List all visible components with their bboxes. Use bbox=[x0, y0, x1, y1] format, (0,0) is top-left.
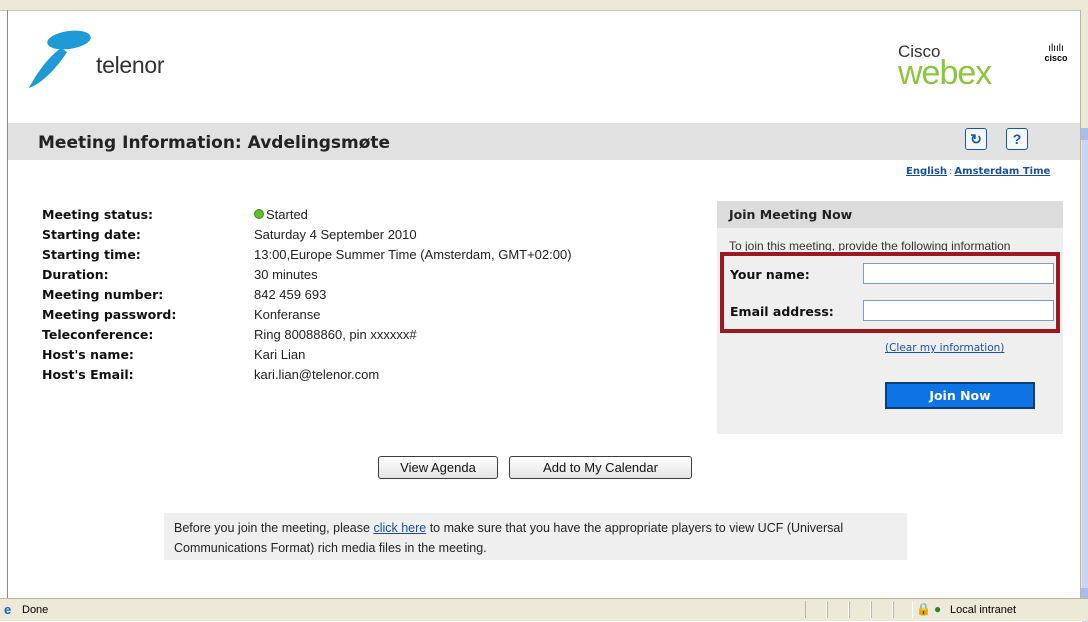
browser-top-strip bbox=[0, 0, 1088, 11]
info-value: 13:00,Europe Summer Time (Amsterdam, GMT… bbox=[254, 247, 572, 262]
join-now-button[interactable]: Join Now bbox=[885, 382, 1035, 409]
telenor-logo: telenor bbox=[27, 26, 187, 92]
status-cell bbox=[893, 601, 913, 618]
info-value: 842 459 693 bbox=[254, 287, 327, 302]
page-title-bar: Meeting Information: Avdelingsmøte bbox=[8, 123, 1080, 160]
page-left-border bbox=[7, 10, 8, 598]
cisco-logo-text: cisco bbox=[1044, 53, 1068, 63]
info-value: Ring 80088860, pin xxxxxx# bbox=[254, 327, 417, 342]
status-text: Started bbox=[266, 207, 308, 222]
email-input[interactable] bbox=[863, 300, 1054, 321]
browser-status-bar: e Done 🔒 ● Local intranet bbox=[0, 598, 1088, 621]
players-check-link[interactable]: click here bbox=[373, 521, 426, 535]
info-label: Host's name: bbox=[42, 347, 134, 362]
info-label: Host's Email: bbox=[42, 367, 134, 382]
refresh-icon: ↻ bbox=[970, 131, 982, 147]
webex-logo: Cisco webex bbox=[892, 40, 1012, 100]
ie-page-icon: e bbox=[4, 602, 12, 617]
name-input[interactable] bbox=[863, 263, 1054, 284]
language-link[interactable]: English bbox=[906, 166, 947, 177]
help-button[interactable]: ? bbox=[1006, 128, 1028, 150]
info-label: Starting date: bbox=[42, 227, 141, 242]
info-value: Started bbox=[254, 207, 308, 222]
status-text: Done bbox=[22, 604, 49, 616]
vertical-scrollbar[interactable] bbox=[1080, 10, 1088, 622]
scroll-up-arrow[interactable] bbox=[1081, 128, 1088, 140]
info-value: kari.lian@telenor.com bbox=[254, 367, 380, 382]
join-panel-heading: Join Meeting Now bbox=[729, 207, 853, 222]
locale-links: English: Amsterdam Time bbox=[906, 166, 1050, 177]
status-cell bbox=[849, 601, 871, 618]
email-label: Email address: bbox=[730, 304, 834, 319]
players-notice-text: Before you join the meeting, please clic… bbox=[174, 518, 894, 558]
cisco-logo: ılıılı cisco bbox=[1038, 44, 1074, 70]
players-text-before: Before you join the meeting, please bbox=[174, 521, 374, 535]
join-instruction: To join this meeting, provide the follow… bbox=[729, 239, 1011, 251]
info-label: Meeting number: bbox=[42, 287, 164, 302]
webex-wordmark: webex bbox=[898, 54, 992, 92]
join-panel-header: Join Meeting Now bbox=[717, 201, 1063, 228]
lock-icon: 🔒 bbox=[916, 602, 931, 616]
help-icon: ? bbox=[1012, 131, 1022, 147]
info-value: 30 minutes bbox=[254, 267, 318, 282]
refresh-button[interactable]: ↻ bbox=[965, 128, 987, 150]
telenor-propeller-icon bbox=[29, 30, 91, 88]
timezone-link[interactable]: Amsterdam Time bbox=[954, 166, 1050, 177]
info-label: Starting time: bbox=[42, 247, 141, 262]
status-cell bbox=[805, 601, 827, 618]
intranet-zone-icon: ● bbox=[934, 602, 942, 616]
scrollbar-thumb[interactable] bbox=[1082, 128, 1088, 622]
name-label: Your name: bbox=[730, 267, 810, 282]
info-value: Konferanse bbox=[254, 307, 321, 322]
status-started-icon bbox=[254, 209, 264, 219]
add-to-calendar-button[interactable]: Add to My Calendar bbox=[509, 456, 692, 479]
telenor-wordmark: telenor bbox=[96, 52, 165, 78]
join-meeting-panel: Join Meeting Now To join this meeting, p… bbox=[717, 201, 1063, 434]
info-value: Saturday 4 September 2010 bbox=[254, 227, 417, 242]
info-label: Meeting status: bbox=[42, 207, 154, 222]
view-agenda-button[interactable]: View Agenda bbox=[378, 456, 498, 479]
info-label: Meeting password: bbox=[42, 307, 177, 322]
info-value: Kari Lian bbox=[254, 347, 306, 362]
status-cell bbox=[827, 601, 849, 618]
page-title: Meeting Information: Avdelingsmøte bbox=[38, 133, 391, 153]
security-zone-text: Local intranet bbox=[950, 604, 1017, 616]
info-label: Teleconference: bbox=[42, 327, 154, 342]
clear-info-link[interactable]: (Clear my information) bbox=[885, 342, 1004, 354]
locale-separator: : bbox=[949, 166, 953, 177]
info-label: Duration: bbox=[42, 267, 109, 282]
status-cell bbox=[871, 601, 893, 618]
players-notice: Before you join the meeting, please clic… bbox=[164, 513, 907, 560]
